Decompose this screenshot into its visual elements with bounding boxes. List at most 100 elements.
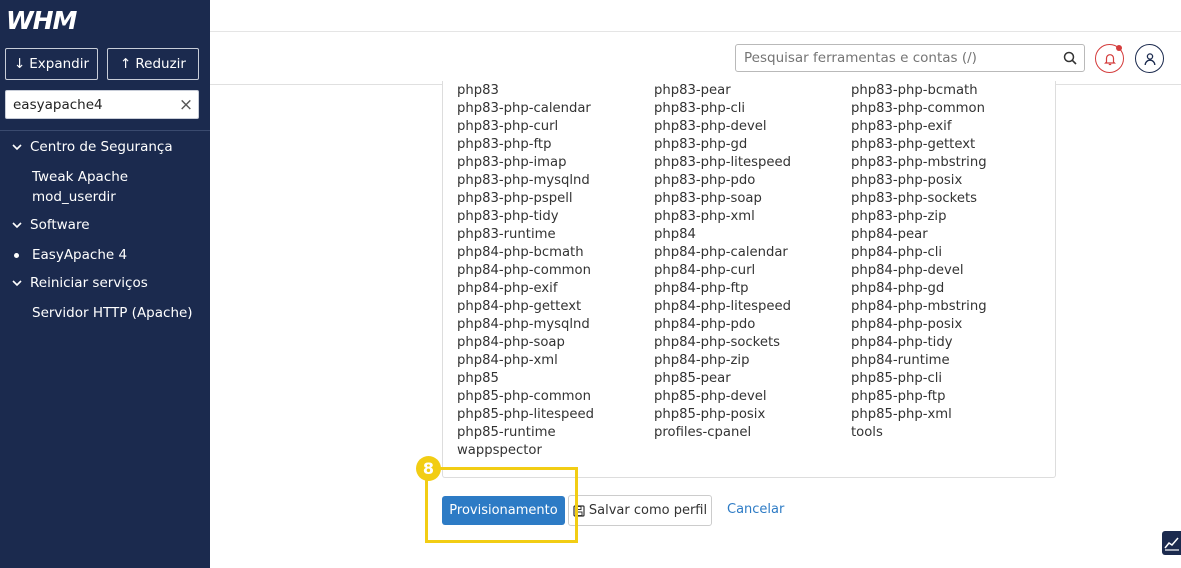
package-item: php84-php-devel: [851, 263, 964, 278]
nav-section-label: Centro de Segurança: [30, 139, 173, 155]
package-item: php84-php-calendar: [654, 245, 788, 260]
package-item: php85-php-posix: [654, 407, 766, 422]
package-item: php83-php-curl: [457, 119, 559, 134]
package-item: php84-php-tidy: [851, 335, 953, 350]
chevron-down-icon: [12, 144, 22, 151]
search-icon[interactable]: [1056, 51, 1084, 65]
expand-button[interactable]: ↓ Expandir: [5, 48, 98, 80]
nav-section-security-center[interactable]: Centro de Segurança: [12, 139, 173, 155]
package-item: php84: [654, 227, 696, 242]
package-item: php83-php-tidy: [457, 209, 559, 224]
package-item: php83-pear: [654, 83, 731, 98]
package-item: php84-php-soap: [457, 335, 565, 350]
package-item: php85: [457, 371, 499, 386]
package-item: php83-php-sockets: [851, 191, 978, 206]
package-item: php83-php-pspell: [457, 191, 573, 206]
package-item: php84-runtime: [851, 353, 950, 368]
package-item: php84-php-zip: [654, 353, 750, 368]
package-list: php83 php83-pear php83-php-bcmath php83-php…: [457, 82, 1048, 460]
nav-section-software[interactable]: Software: [12, 217, 90, 233]
collapse-label: Reduzir: [135, 56, 186, 72]
step-number-badge: 8: [416, 456, 441, 481]
package-item: php84-php-ftp: [654, 281, 749, 296]
package-item: php84-php-cli: [851, 245, 943, 260]
package-item: php83-php-mysqlnd: [457, 173, 590, 188]
chevron-down-icon: [12, 222, 22, 229]
sidebar: WHM ↓ Expandir ↑ Reduzir × Centro de Seg…: [0, 0, 210, 568]
package-item: profiles-cpanel: [654, 425, 752, 440]
package-item: php84-php-litespeed: [654, 299, 791, 314]
sidebar-search: ×: [5, 90, 199, 119]
nav-item-http-server-apache[interactable]: Servidor HTTP (Apache): [32, 303, 193, 323]
package-item: php83-php-gettext: [851, 137, 976, 152]
nav-section-label: Reiniciar serviços: [30, 275, 148, 291]
whm-logo[interactable]: WHM: [6, 6, 92, 34]
top-strip: [210, 0, 1181, 31]
nav-item-label: Tweak Apache: [32, 169, 129, 185]
package-item: php83-php-ftp: [457, 137, 552, 152]
collapse-button[interactable]: ↑ Reduzir: [107, 48, 199, 80]
chart-icon: [1164, 537, 1179, 551]
package-item: php83-php-common: [851, 101, 985, 116]
package-item: php84-php-exif: [457, 281, 558, 296]
package-item: php84-php-pdo: [654, 317, 756, 332]
package-item: php83-php-calendar: [457, 101, 591, 116]
package-item: php83-php-soap: [654, 191, 762, 206]
package-item: php84-php-sockets: [654, 335, 781, 350]
svg-text:WHM: WHM: [6, 6, 77, 34]
active-bullet-icon: [14, 253, 19, 258]
nav-item-tweak-apache[interactable]: Tweak Apache: [32, 167, 128, 187]
sidebar-search-input[interactable]: [6, 91, 174, 118]
nav-section-label: Software: [30, 217, 90, 233]
global-search-input[interactable]: [736, 45, 1056, 71]
chevron-down-icon: [12, 280, 22, 287]
main-content: php83 php83-pear php83-php-bcmath php83-php…: [210, 81, 1181, 568]
package-item: php84-php-gd: [851, 281, 945, 296]
chart-widget-button[interactable]: [1162, 531, 1181, 555]
package-item: php85-pear: [654, 371, 731, 386]
clear-icon[interactable]: ×: [174, 95, 198, 115]
package-item: php84-php-bcmath: [457, 245, 584, 260]
notifications-button[interactable]: [1095, 44, 1124, 73]
package-item: tools: [851, 425, 883, 440]
nav-item-easyapache4[interactable]: EasyApache 4: [32, 245, 127, 265]
global-search: [735, 44, 1085, 72]
nav-item-mod-userdir[interactable]: mod_userdir: [32, 187, 116, 207]
package-item: php84-php-mysqlnd: [457, 317, 590, 332]
package-item: php83-php-zip: [851, 209, 947, 224]
package-item: php83-php-devel: [654, 119, 767, 134]
nav-item-label: Servidor HTTP (Apache): [32, 305, 193, 321]
bell-icon: [1103, 53, 1116, 65]
package-item: php85-php-litespeed: [457, 407, 594, 422]
header-bar: [210, 31, 1181, 85]
sidebar-divider: [0, 130, 210, 131]
package-item: php83-php-bcmath: [851, 83, 978, 98]
package-item: php83-php-pdo: [654, 173, 756, 188]
package-item: php85-php-cli: [851, 371, 943, 386]
package-item: php84-php-xml: [457, 353, 558, 368]
package-item: php83-php-gd: [654, 137, 748, 152]
package-item: php85-php-common: [457, 389, 591, 404]
package-item: php83-php-xml: [654, 209, 755, 224]
cancel-link[interactable]: Cancelar: [727, 502, 784, 517]
step-highlight-box: [425, 467, 578, 543]
package-item: php83-php-exif: [851, 119, 952, 134]
package-item: php85-runtime: [457, 425, 556, 440]
package-item: php83: [457, 83, 499, 98]
package-item: php83-php-litespeed: [654, 155, 791, 170]
package-item: php84-php-curl: [654, 263, 756, 278]
package-item: php83-php-posix: [851, 173, 963, 188]
package-item: php83-runtime: [457, 227, 556, 242]
save-as-profile-label: Salvar como perfil: [588, 503, 708, 518]
notification-dot: [1116, 45, 1122, 51]
user-menu-button[interactable]: [1135, 44, 1164, 73]
package-item: php85-php-ftp: [851, 389, 946, 404]
user-icon: [1144, 52, 1155, 65]
save-as-profile-button[interactable]: Salvar como perfil: [568, 495, 712, 526]
nav-section-restart-services[interactable]: Reiniciar serviços: [12, 275, 148, 291]
nav-item-label: EasyApache 4: [32, 247, 128, 263]
package-item: php84-php-gettext: [457, 299, 582, 314]
arrow-up-icon: ↑: [120, 56, 132, 72]
nav-item-label: mod_userdir: [32, 189, 116, 205]
package-list-panel: php83 php83-pear php83-php-bcmath php83-php…: [442, 81, 1056, 478]
